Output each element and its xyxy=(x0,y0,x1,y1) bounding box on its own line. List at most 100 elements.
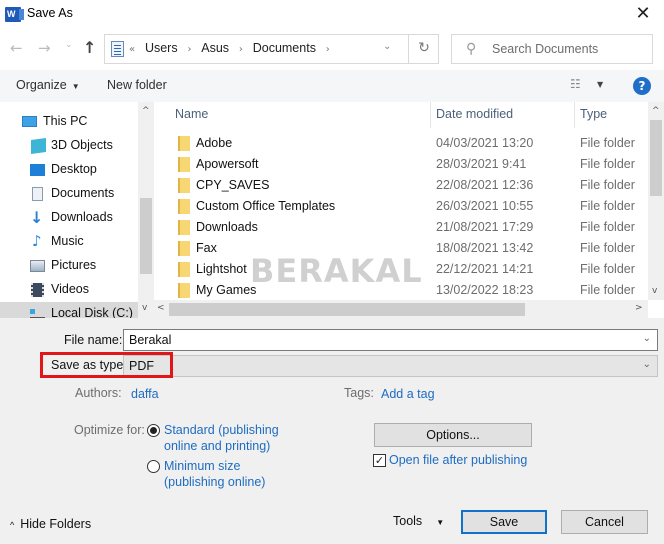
tools-button[interactable]: Tools ▼ xyxy=(393,514,444,528)
folder-icon xyxy=(178,241,190,256)
breadcrumb-overflow[interactable]: « xyxy=(129,44,135,55)
file-row[interactable]: Apowersoft 28/03/2021 9:41 File folder xyxy=(154,154,648,175)
sidebar-item-this-pc[interactable]: This PC xyxy=(0,110,138,134)
sidebar-item-music[interactable]: ♪ Music xyxy=(0,230,138,254)
close-button[interactable]: ✕ xyxy=(628,2,658,28)
sidebar-item-downloads[interactable]: ↓ Downloads xyxy=(0,206,138,230)
breadcrumb-documents[interactable]: Documents xyxy=(253,41,316,55)
folder-icon xyxy=(178,262,190,277)
sidebar-item-3d-objects[interactable]: 3D Objects xyxy=(0,134,138,158)
file-date: 28/03/2021 9:41 xyxy=(436,157,527,171)
folder-icon xyxy=(178,157,190,172)
file-name: Downloads xyxy=(196,220,258,234)
tags-label: Tags: xyxy=(344,386,374,400)
search-box[interactable]: ⚲ Search Documents xyxy=(451,34,653,64)
sidebar-item-videos[interactable]: Videos xyxy=(0,278,138,302)
organize-button[interactable]: Organize ▼ xyxy=(16,78,80,92)
sidebar-item-desktop[interactable]: Desktop xyxy=(0,158,138,182)
breadcrumb-users[interactable]: Users xyxy=(145,41,178,55)
new-folder-button[interactable]: New folder xyxy=(107,78,167,92)
organize-label: Organize xyxy=(16,78,67,92)
file-name: Custom Office Templates xyxy=(196,199,336,213)
options-button[interactable]: Options... xyxy=(374,423,532,447)
hide-folders-button[interactable]: ^ Hide Folders xyxy=(10,517,91,531)
chevron-right-icon[interactable]: › xyxy=(187,44,191,55)
chevron-up-icon: ^ xyxy=(10,520,15,530)
file-list-horizontal-thumb[interactable] xyxy=(169,303,525,316)
save-button[interactable]: Save xyxy=(461,510,547,534)
file-name: Adobe xyxy=(196,136,233,150)
folder-icon xyxy=(178,178,190,193)
toolbar: Organize ▼ New folder ☷ ▼ xyxy=(0,70,664,102)
caret-down-icon: ▼ xyxy=(436,518,445,527)
videos-icon xyxy=(31,283,44,297)
chevron-down-icon[interactable]: ⌄ xyxy=(643,333,651,344)
computer-icon xyxy=(22,116,37,127)
file-name: Apowersoft xyxy=(196,157,259,171)
file-type: File folder xyxy=(580,262,635,276)
column-header-name[interactable]: Name xyxy=(175,107,208,121)
optimize-minimum-radio[interactable] xyxy=(147,460,160,473)
optimize-standard-radio[interactable] xyxy=(147,424,160,437)
file-date: 22/12/2021 14:21 xyxy=(436,262,534,276)
column-header-type[interactable]: Type xyxy=(580,107,607,121)
column-divider[interactable] xyxy=(574,102,575,128)
help-button[interactable]: ? xyxy=(633,77,651,95)
forward-button[interactable]: → xyxy=(38,39,51,57)
file-row[interactable]: Downloads 21/08/2021 17:29 File folder xyxy=(154,217,648,238)
open-after-publishing-label[interactable]: Open file after publishing xyxy=(389,452,527,468)
view-options-icon[interactable]: ☷ xyxy=(570,77,581,91)
option-line: Minimum size xyxy=(164,459,241,473)
address-dropdown-button[interactable]: ⌄ xyxy=(383,41,391,52)
authors-field[interactable]: daffa xyxy=(131,386,159,402)
file-type: File folder xyxy=(580,241,635,255)
sidebar-scroll-thumb[interactable] xyxy=(140,198,152,274)
search-input[interactable]: Search Documents xyxy=(492,42,598,56)
file-type: File folder xyxy=(580,283,635,297)
sidebar-item-label: Downloads xyxy=(51,210,113,224)
sidebar-item-local-disk[interactable]: Local Disk (C:) xyxy=(0,302,138,318)
sidebar-item-label: Local Disk (C:) xyxy=(51,306,133,318)
address-bar[interactable]: « Users › Asus › Documents › ⌄ ↻ xyxy=(104,34,439,64)
column-divider[interactable] xyxy=(430,102,431,128)
scroll-down-icon[interactable]: v xyxy=(142,303,147,313)
sidebar-item-documents[interactable]: Documents xyxy=(0,182,138,206)
scroll-up-icon[interactable]: ^ xyxy=(652,106,660,116)
refresh-button[interactable]: ↻ xyxy=(408,34,439,64)
chevron-down-icon[interactable]: ⌄ xyxy=(643,359,651,370)
back-button[interactable]: ← xyxy=(10,39,23,57)
file-row[interactable]: Custom Office Templates 26/03/2021 10:55 F… xyxy=(154,196,648,217)
open-after-publishing-checkbox[interactable]: ✓ xyxy=(373,454,386,467)
scroll-right-icon[interactable]: > xyxy=(635,303,643,313)
option-line: Standard (publishing xyxy=(164,423,279,437)
add-tag-link[interactable]: Add a tag xyxy=(381,386,435,402)
sidebar-item-label: Pictures xyxy=(51,258,97,272)
sidebar-item-label: Videos xyxy=(51,282,89,296)
chevron-right-icon[interactable]: › xyxy=(326,44,330,55)
optimize-standard-label[interactable]: Standard (publishing online and printing… xyxy=(164,422,279,454)
drive-icon xyxy=(30,309,45,318)
optimize-minimum-label[interactable]: Minimum size (publishing online) xyxy=(164,458,265,490)
scroll-up-icon[interactable]: ^ xyxy=(142,106,150,116)
file-type: File folder xyxy=(580,178,635,192)
save-as-type-select[interactable]: PDF ⌄ xyxy=(123,355,658,377)
scroll-down-icon[interactable]: v xyxy=(652,286,657,296)
breadcrumb-asus[interactable]: Asus xyxy=(201,41,229,55)
view-dropdown-button[interactable]: ▼ xyxy=(597,80,603,89)
file-list-vertical-thumb[interactable] xyxy=(650,120,662,196)
file-row[interactable]: Adobe 04/03/2021 13:20 File folder xyxy=(154,133,648,154)
window-title: Save As xyxy=(27,6,73,20)
up-button[interactable]: ↑ xyxy=(83,38,96,57)
file-row[interactable]: CPY_SAVES 22/08/2021 12:36 File folder xyxy=(154,175,648,196)
chevron-right-icon[interactable]: › xyxy=(239,44,243,55)
cancel-button[interactable]: Cancel xyxy=(561,510,648,534)
column-header-date[interactable]: Date modified xyxy=(436,107,513,121)
file-name-input[interactable]: Berakal xyxy=(129,333,171,347)
file-date: 04/03/2021 13:20 xyxy=(436,136,534,150)
file-name: CPY_SAVES xyxy=(196,178,270,192)
file-name-field[interactable]: Berakal ⌄ xyxy=(123,329,658,351)
sidebar-item-pictures[interactable]: Pictures xyxy=(0,254,138,278)
sidebar-item-label: Desktop xyxy=(51,162,97,176)
scroll-left-icon[interactable]: < xyxy=(157,303,165,313)
recent-locations-button[interactable]: ⌄ xyxy=(65,40,73,50)
